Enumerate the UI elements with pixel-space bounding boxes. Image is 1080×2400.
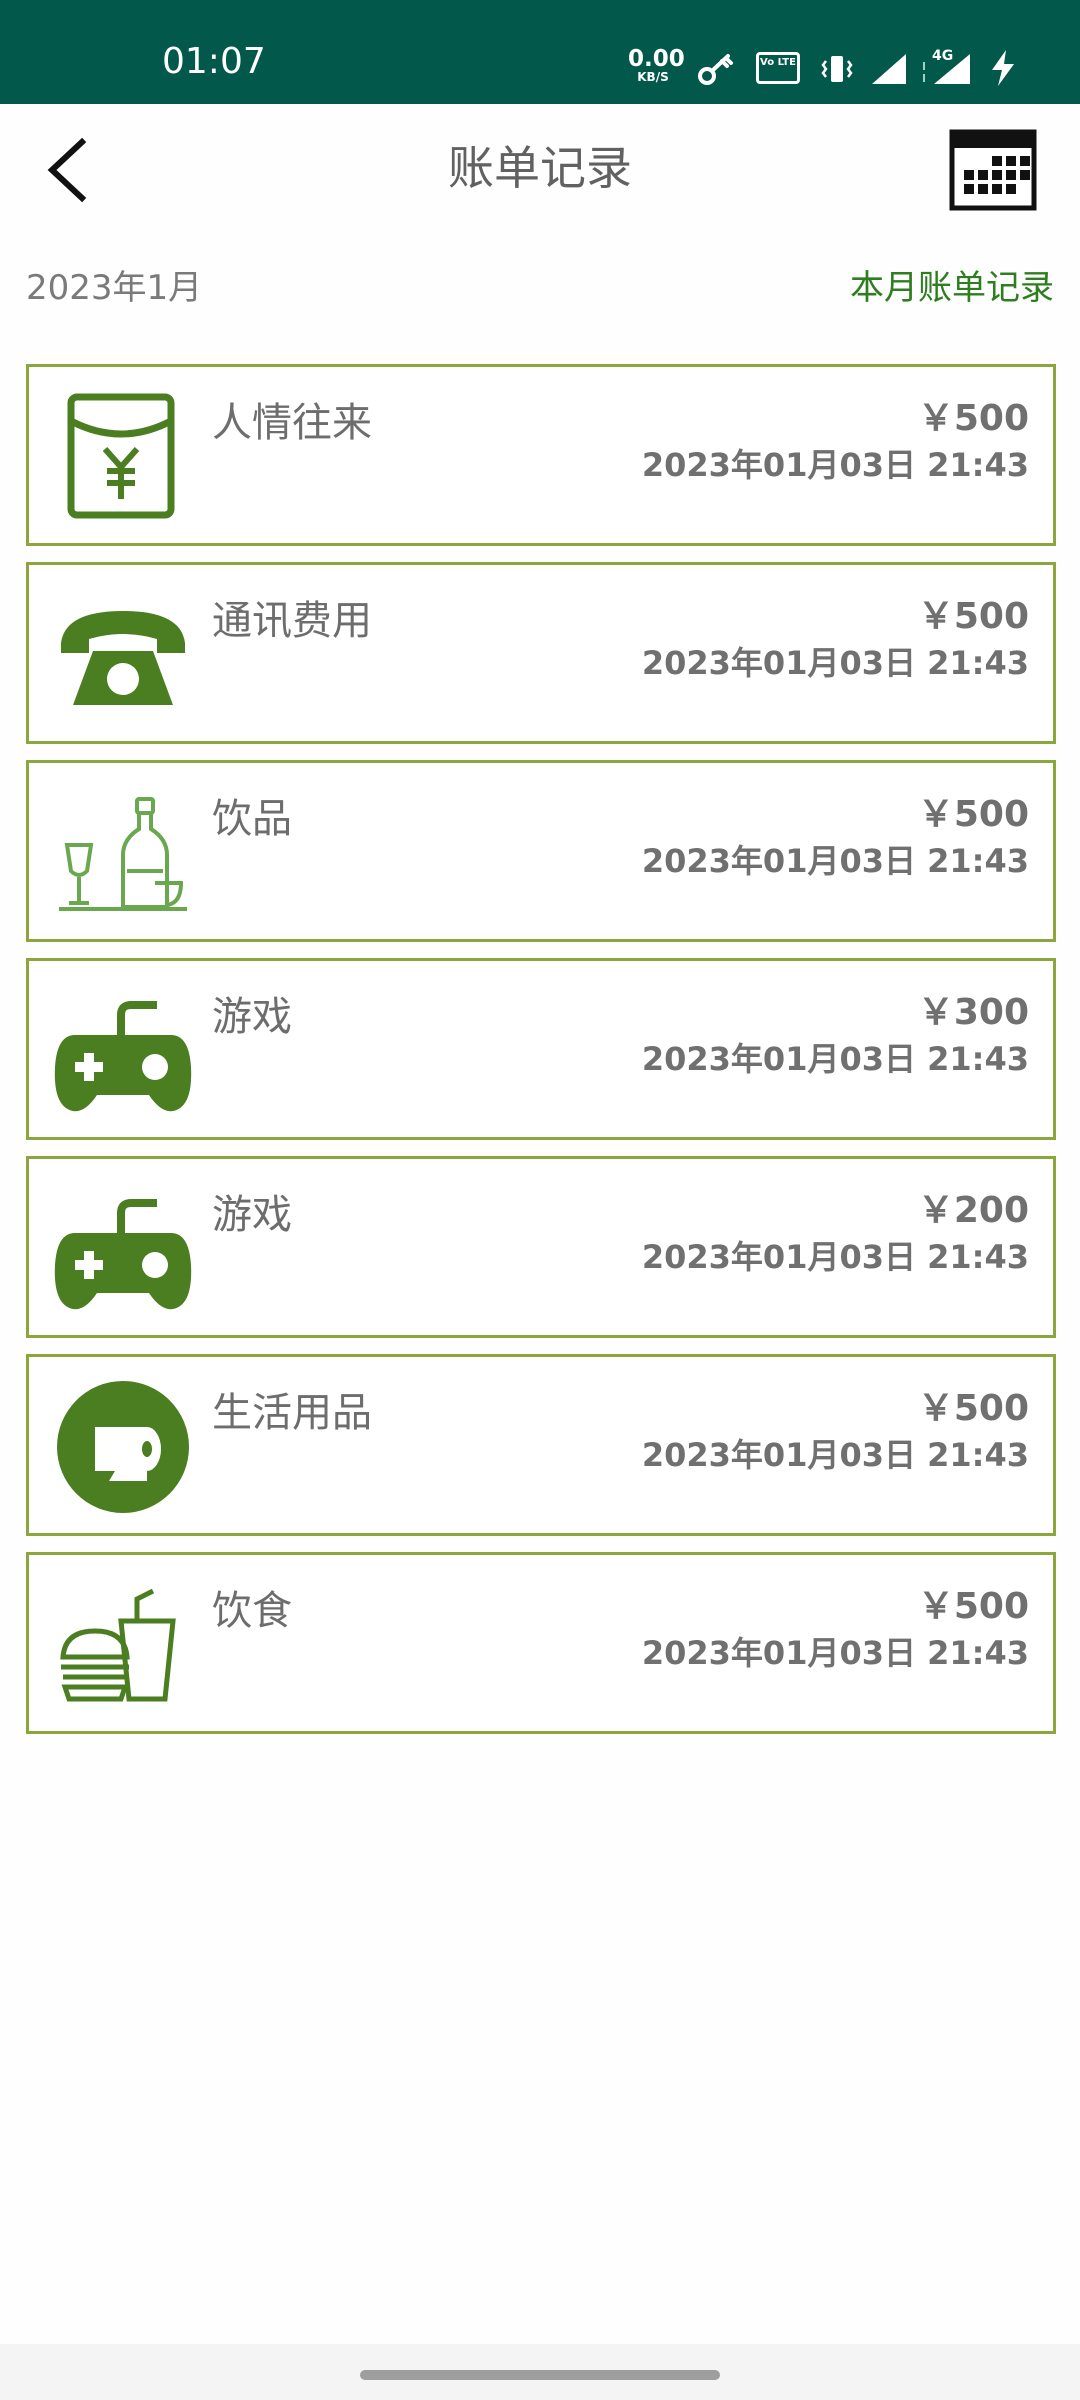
fast-food-icon	[49, 1571, 197, 1719]
bill-category: 游戏	[212, 994, 292, 1040]
navigation-bar	[0, 2344, 1080, 2400]
vpn-key-icon	[698, 54, 733, 85]
gamepad-icon	[49, 977, 197, 1125]
bill-category: 生活用品	[212, 1390, 372, 1436]
bill-amount: ￥500	[917, 794, 1029, 835]
bill-time: 2023年01月03日 21:43	[641, 1238, 1029, 1276]
top-bar: 账单记录	[0, 104, 1080, 234]
bill-item[interactable]: 游戏 ￥300 2023年01月03日 21:43	[26, 958, 1056, 1140]
red-envelope-icon	[49, 383, 197, 531]
bill-category: 人情往来	[212, 400, 372, 446]
monthly-records-link[interactable]: 本月账单记录	[850, 264, 1054, 312]
bill-item[interactable]: 游戏 ￥200 2023年01月03日 21:43	[26, 1156, 1056, 1338]
calendar-button[interactable]	[948, 126, 1038, 212]
bill-item[interactable]: 人情往来 ￥500 2023年01月03日 21:43	[26, 364, 1056, 546]
bill-amount: ￥200	[917, 1190, 1029, 1231]
status-bar: 01:07 0.00 KB/S Vo LTE 4G	[0, 0, 1080, 104]
net-speed-value: 0.00	[628, 46, 685, 72]
bill-item[interactable]: 饮品 ￥500 2023年01月03日 21:43	[26, 760, 1056, 942]
vibrate-icon	[821, 56, 853, 82]
bill-time: 2023年01月03日 21:43	[641, 446, 1029, 484]
bill-category: 通讯费用	[212, 598, 372, 644]
month-label: 2023年1月	[26, 268, 203, 308]
bill-amount: ￥300	[917, 992, 1029, 1033]
net-speed-indicator: 0.00 KB/S	[628, 48, 685, 85]
volte-label: Vo LTE	[760, 57, 796, 68]
bill-item[interactable]: 饮食 ￥500 2023年01月03日 21:43	[26, 1552, 1056, 1734]
bill-category: 游戏	[212, 1192, 292, 1238]
telephone-icon	[49, 581, 197, 729]
bill-time: 2023年01月03日 21:43	[641, 644, 1029, 682]
home-gesture-handle[interactable]	[360, 2370, 720, 2380]
bill-amount: ￥500	[917, 1586, 1029, 1627]
bill-item[interactable]: 通讯费用 ￥500 2023年01月03日 21:43	[26, 562, 1056, 744]
bill-amount: ￥500	[917, 1388, 1029, 1429]
page-title: 账单记录	[448, 141, 632, 195]
toilet-paper-icon	[49, 1373, 197, 1521]
net-speed-unit: KB/S	[637, 70, 669, 84]
bill-category: 饮食	[212, 1588, 292, 1634]
calendar-icon	[949, 129, 1037, 211]
bill-time: 2023年01月03日 21:43	[641, 842, 1029, 880]
charging-icon	[992, 50, 1014, 86]
bill-amount: ￥500	[917, 398, 1029, 439]
bill-list: 人情往来 ￥500 2023年01月03日 21:43 通讯费用 ￥500 20…	[26, 364, 1056, 1750]
signal-strength-4g-icon	[923, 54, 970, 84]
bill-time: 2023年01月03日 21:43	[641, 1040, 1029, 1078]
bill-amount: ￥500	[917, 596, 1029, 637]
bill-time: 2023年01月03日 21:43	[641, 1634, 1029, 1672]
bill-item[interactable]: 生活用品 ￥500 2023年01月03日 21:43	[26, 1354, 1056, 1536]
drinks-icon	[49, 779, 197, 927]
bill-category: 饮品	[212, 796, 292, 842]
gamepad-icon	[49, 1175, 197, 1323]
signal-strength-icon	[872, 54, 906, 84]
bill-time: 2023年01月03日 21:43	[641, 1436, 1029, 1474]
volte-icon: Vo LTE	[756, 52, 800, 84]
status-time: 01:07	[162, 41, 266, 82]
